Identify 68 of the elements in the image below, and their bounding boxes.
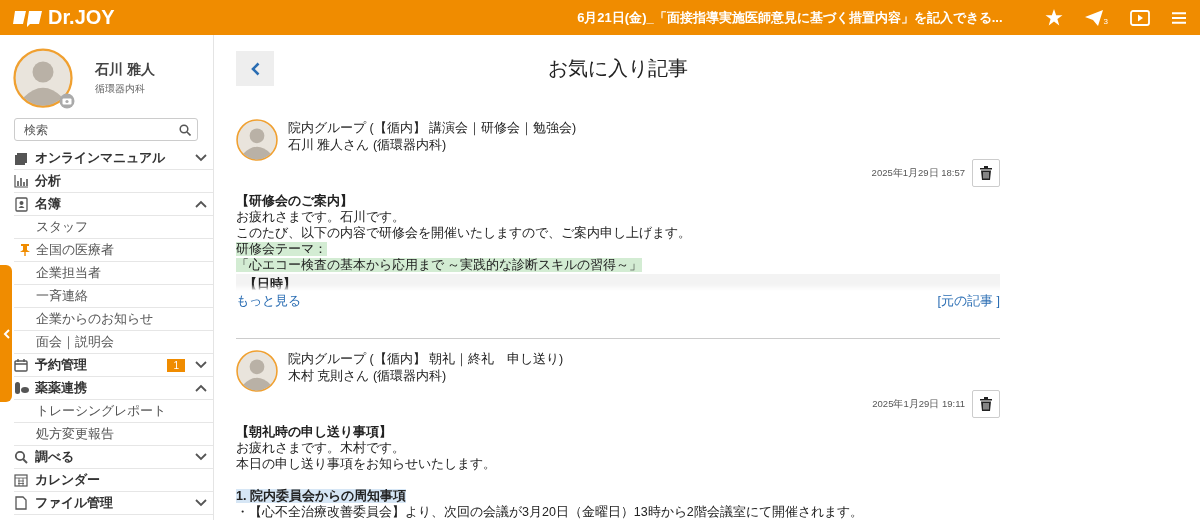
- author-name: 木村 克則さん (循環器内科): [288, 368, 448, 385]
- body-text: お疲れさまです。石川です。: [236, 210, 405, 224]
- user-department: 循環器内科: [95, 82, 146, 96]
- section-heading: 1. 院内委員会からの周知事項: [236, 489, 406, 503]
- avatar-icon: [236, 119, 278, 161]
- body-text: ・【心不全治療改善委員会】より、次回の会議が3月20日（金曜日）13時から2階会議室にて開催されます。: [236, 505, 863, 519]
- chevron-left-icon: [250, 61, 260, 76]
- menu-item[interactable]: 一斉連絡: [36, 287, 88, 305]
- group-name[interactable]: 院内グループ (【循内】 講演会｜研修会｜勉強会): [288, 120, 577, 137]
- logo-text: Dr.JOY: [48, 6, 115, 29]
- calendar-icon: [14, 357, 29, 373]
- calendar-grid-icon: [14, 472, 29, 488]
- body-text: 【研修会のご案内】: [236, 194, 353, 208]
- menu-item[interactable]: 企業担当者: [36, 264, 101, 282]
- menu-item[interactable]: 調べる: [35, 448, 74, 466]
- body-text: 本日の申し送り事項をお知らせいたします。: [236, 457, 496, 471]
- trash-icon: [980, 166, 992, 180]
- document-icon: [14, 495, 29, 511]
- menu-item[interactable]: 分析: [35, 172, 61, 190]
- delete-button[interactable]: [972, 390, 1000, 418]
- delete-button[interactable]: [972, 159, 1000, 187]
- menu-item[interactable]: 面会｜説明会: [36, 333, 114, 351]
- menu-item[interactable]: スタッフ: [36, 218, 88, 236]
- highlighted-text: 「心エコー検査の基本から応用まで ～実践的な診断スキルの習得～」: [236, 258, 643, 272]
- body-text: 【朝礼時の申し送り事項】: [236, 425, 392, 439]
- pills-icon: [14, 380, 29, 396]
- chevron-down-icon[interactable]: [195, 453, 207, 461]
- author-name: 石川 雅人さん (循環器内科): [288, 137, 448, 154]
- body-text: このたび、以下の内容で研修会を開催いたしますので、ご案内申し上げます。: [236, 226, 691, 240]
- menu-item[interactable]: 薬薬連携: [35, 379, 87, 397]
- menu-item[interactable]: オンラインマニュアル: [35, 149, 165, 167]
- avatar-icon: [13, 48, 73, 108]
- menu-item[interactable]: トレーシングレポート: [36, 402, 166, 420]
- body-text: お疲れさまです。木村です。: [236, 441, 405, 455]
- post-date: 2025年1月29日 18:57: [871, 166, 965, 180]
- menu-item[interactable]: 企業からのお知らせ: [36, 310, 153, 328]
- user-name: 石川 雅人: [95, 60, 155, 79]
- chevron-down-icon[interactable]: [195, 361, 207, 369]
- contact-card-icon: [14, 196, 29, 212]
- menu-item[interactable]: 処方変更報告: [36, 425, 114, 443]
- menu-item[interactable]: 予約管理: [35, 356, 87, 374]
- chevron-down-icon[interactable]: [195, 499, 207, 507]
- show-more-link[interactable]: もっと見る: [236, 293, 301, 310]
- avatar-icon: [236, 350, 278, 392]
- menu-item[interactable]: カレンダー: [35, 471, 100, 489]
- search-field[interactable]: 検索: [14, 118, 198, 141]
- chevron-up-icon[interactable]: [195, 200, 207, 208]
- post-date: 2025年1月29日 19:11: [872, 397, 965, 411]
- bar-chart-icon: [14, 173, 29, 189]
- book-logo-icon: [12, 8, 44, 27]
- chevron-left-icon: [2, 328, 10, 339]
- search-icon[interactable]: [179, 123, 191, 136]
- search-icon: [14, 449, 29, 465]
- chevron-up-icon[interactable]: [195, 384, 207, 392]
- menu-item[interactable]: 全国の医療者: [36, 241, 114, 259]
- chevron-down-icon[interactable]: [195, 154, 207, 162]
- page-title: お気に入り記事: [548, 56, 688, 81]
- star-icon[interactable]: [1044, 9, 1063, 26]
- back-button[interactable]: [236, 51, 274, 86]
- menu-item[interactable]: 名簿: [35, 195, 61, 213]
- group-name[interactable]: 院内グループ (【循内】 朝礼｜終礼 申し送り): [288, 351, 564, 368]
- body-text: 【日時】: [244, 277, 296, 291]
- original-article-link[interactable]: [元の記事 ]: [937, 293, 1000, 310]
- send-count: 3: [1103, 16, 1108, 26]
- menu-item[interactable]: ファイル管理: [35, 494, 113, 512]
- notification-badge: 1: [167, 358, 185, 372]
- highlighted-text: 研修会テーマ：: [236, 242, 327, 256]
- trash-icon: [980, 397, 992, 411]
